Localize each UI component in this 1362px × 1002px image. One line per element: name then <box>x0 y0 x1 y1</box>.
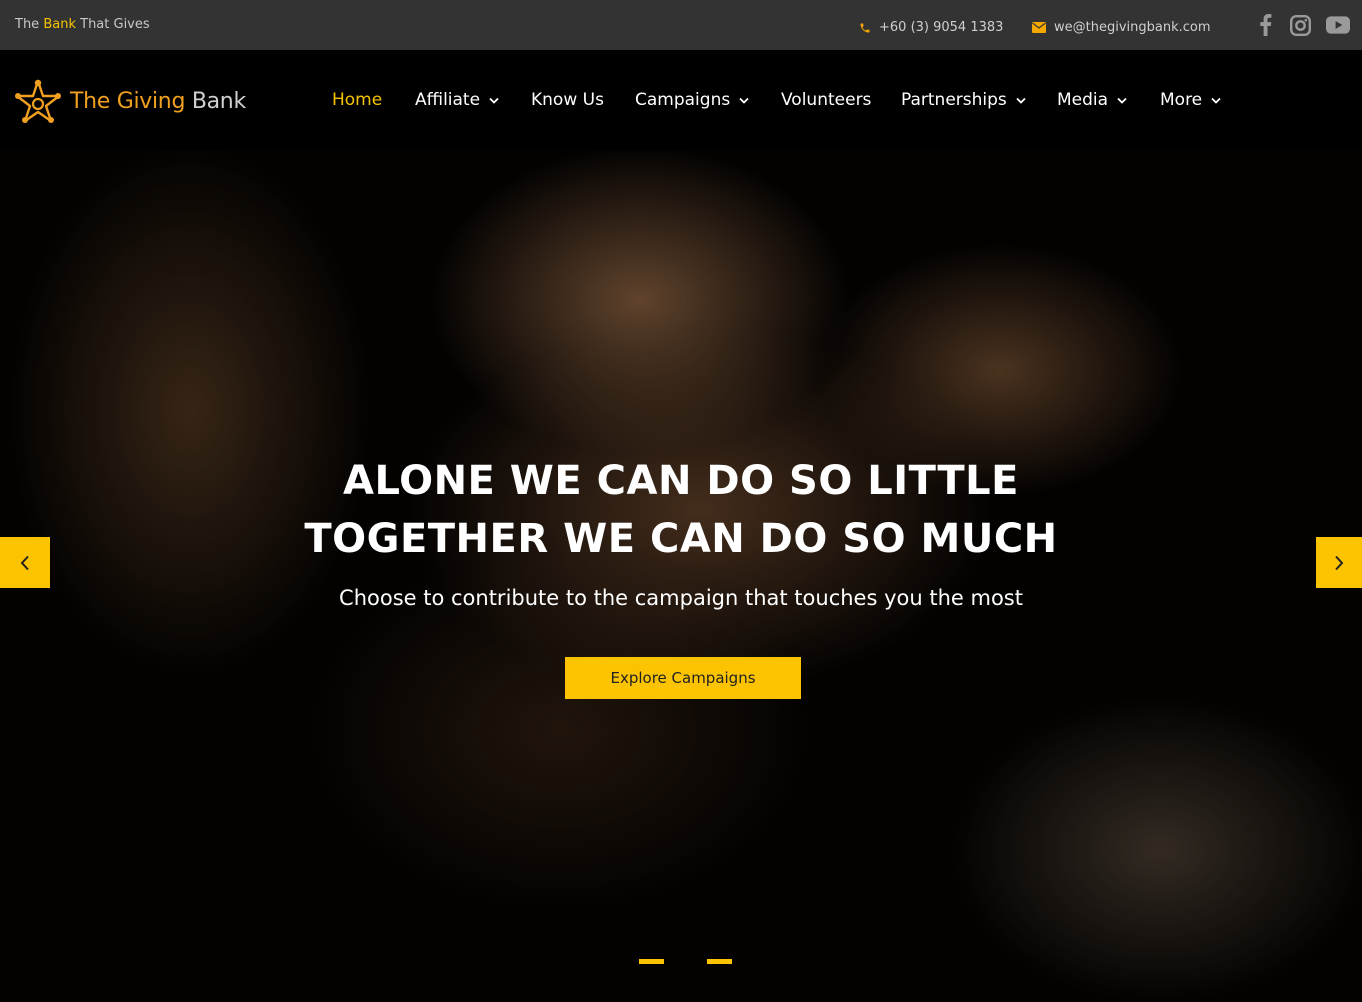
tagline-prefix: The <box>15 17 40 32</box>
chevron-down-icon <box>1016 97 1026 104</box>
slider-dot-1[interactable] <box>639 959 664 964</box>
nav-item-more[interactable]: More <box>1160 87 1221 113</box>
youtube-icon[interactable] <box>1326 13 1350 37</box>
star-logo-icon <box>15 79 61 123</box>
nav-item-label: Affiliate <box>415 90 481 110</box>
tagline: The Bank That Gives <box>15 17 150 32</box>
slider-next-button[interactable] <box>1316 537 1362 588</box>
nav-item-know-us[interactable]: Know Us <box>531 87 604 113</box>
phone-icon <box>860 23 870 32</box>
nav-item-partnerships[interactable]: Partnerships <box>901 87 1026 113</box>
envelope-icon <box>1032 22 1046 33</box>
nav-item-label: Partnerships <box>901 90 1007 110</box>
logo-text: The Giving Bank <box>70 89 246 114</box>
chevron-down-icon <box>739 97 749 104</box>
email-address: we@thegivingbank.com <box>1054 20 1211 35</box>
nav-item-label: Volunteers <box>781 90 872 110</box>
hero-background-image <box>0 150 1362 1002</box>
nav-item-label: Home <box>332 90 383 110</box>
chevron-down-icon <box>1117 97 1127 104</box>
instagram-icon[interactable] <box>1288 13 1312 37</box>
nav-item-home[interactable]: Home <box>332 87 382 113</box>
nav-item-campaigns[interactable]: Campaigns <box>635 87 749 113</box>
hero-slider: ALONE WE CAN DO SO LITTLE TOGETHER WE CA… <box>0 150 1362 1002</box>
nav-item-label: Media <box>1057 90 1109 110</box>
facebook-icon[interactable] <box>1253 13 1277 37</box>
phone-number: +60 (3) 9054 1383 <box>879 20 1004 35</box>
hero-headline-line1: ALONE WE CAN DO SO LITTLE <box>343 458 1019 504</box>
hero-headline-line2: TOGETHER WE CAN DO SO MUCH <box>304 516 1058 562</box>
chevron-right-icon <box>1335 555 1344 570</box>
nav-item-label: Know Us <box>531 90 604 110</box>
nav-item-label: Campaigns <box>635 90 731 110</box>
chevron-down-icon <box>1211 97 1221 104</box>
site-header: The Giving Bank Home Affiliate Know Us C… <box>0 50 1362 150</box>
phone-contact[interactable]: +60 (3) 9054 1383 <box>859 20 1003 35</box>
hero-subline: Choose to contribute to the campaign tha… <box>339 586 1023 610</box>
nav-item-affiliate[interactable]: Affiliate <box>415 87 499 113</box>
logo-bank: Bank <box>191 88 246 114</box>
tagline-suffix: That Gives <box>80 17 150 32</box>
logo-name: The Giving <box>70 88 186 114</box>
top-bar: The Bank That Gives +60 (3) 9054 1383 we… <box>0 0 1362 50</box>
chevron-down-icon <box>489 97 499 104</box>
chevron-left-icon <box>20 555 29 570</box>
site-logo[interactable]: The Giving Bank <box>14 78 246 124</box>
tagline-highlight: Bank <box>43 17 76 32</box>
explore-campaigns-button[interactable]: Explore Campaigns <box>565 657 801 699</box>
slider-dot-2[interactable] <box>707 959 732 964</box>
email-contact[interactable]: we@thegivingbank.com <box>1032 20 1211 35</box>
nav-item-volunteers[interactable]: Volunteers <box>781 87 871 113</box>
slider-prev-button[interactable] <box>0 537 50 588</box>
nav-item-media[interactable]: Media <box>1057 87 1127 113</box>
nav-item-label: More <box>1160 90 1203 110</box>
